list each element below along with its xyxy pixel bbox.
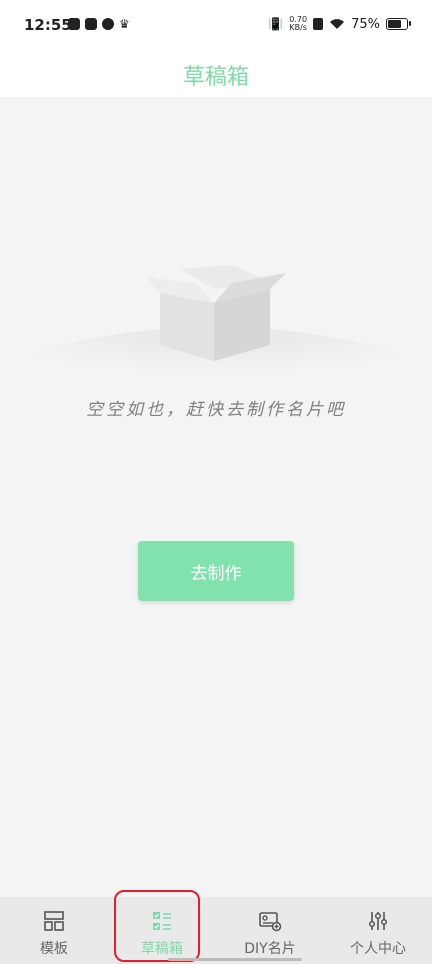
home-indicator: [168, 958, 302, 961]
bottom-tab-bar: 模板 草稿箱 DIY名片 个人中心: [0, 897, 432, 964]
notification-icons: ♛: [68, 18, 130, 30]
tab-label-template: 模板: [40, 941, 68, 957]
tab-template[interactable]: 模板: [0, 897, 108, 964]
template-icon: [44, 911, 64, 931]
app-header: 草稿箱: [0, 52, 432, 97]
sim-icon: [313, 18, 324, 30]
drafts-icon: [153, 912, 171, 930]
diy-card-icon: [259, 912, 282, 932]
mail-icon: [85, 18, 97, 30]
tab-drafts[interactable]: 草稿箱: [108, 897, 216, 964]
empty-box-icon: [16, 265, 416, 407]
vibrate-icon: 📳: [268, 17, 284, 31]
tab-diy-card[interactable]: DIY名片: [216, 897, 324, 964]
battery-percent: 75%: [351, 16, 380, 32]
tab-profile[interactable]: 个人中心: [324, 897, 432, 964]
settings-sliders-icon: [368, 912, 388, 930]
tiktok-icon: [68, 18, 80, 30]
page-title: 草稿箱: [182, 64, 249, 90]
crown-icon: ♛: [119, 17, 130, 31]
empty-message: 空空如也，赶快去制作名片吧: [86, 400, 346, 420]
wifi-icon: [330, 19, 345, 29]
tab-label-diy-card: DIY名片: [244, 941, 296, 957]
status-right: 📳 0.70 KB/s 75%: [268, 15, 411, 32]
create-button[interactable]: 去制作: [138, 541, 294, 601]
network-speed: 0.70 KB/s: [289, 15, 308, 32]
status-bar: 12:55 ♛ 📳 0.70 KB/s 75%: [0, 0, 432, 52]
status-time: 12:55: [24, 16, 72, 34]
battery-icon: [386, 18, 411, 30]
tab-label-drafts: 草稿箱: [141, 941, 183, 957]
tab-label-profile: 个人中心: [350, 941, 406, 957]
app-icon: [102, 18, 114, 30]
drafts-content: 空空如也，赶快去制作名片吧 去制作: [0, 97, 432, 897]
